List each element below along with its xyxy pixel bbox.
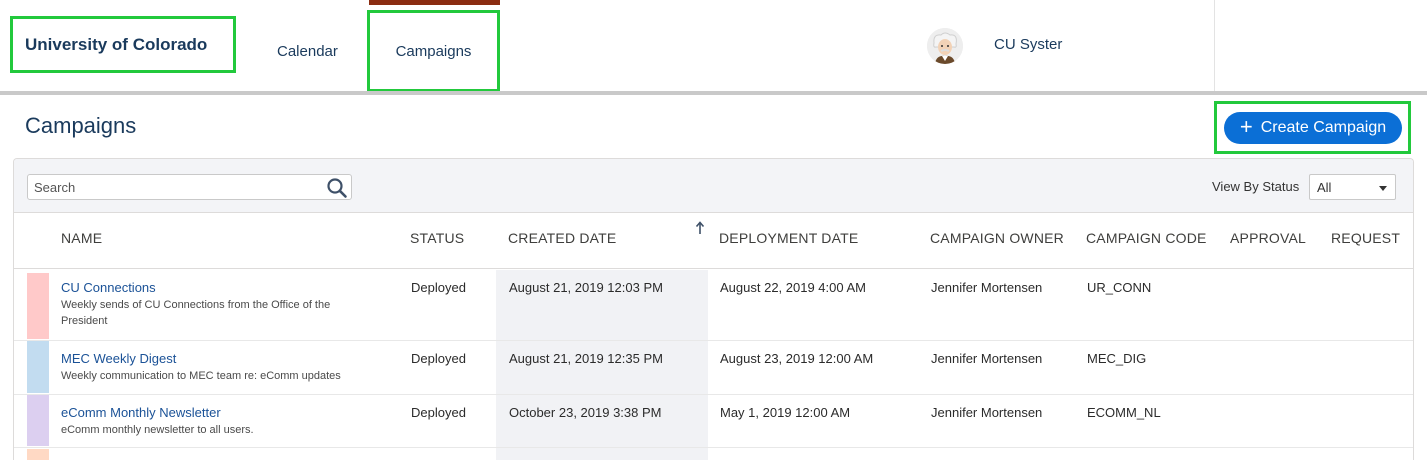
table-row[interactable] [14,448,1413,460]
campaign-description: eComm monthly newsletter to all users. [61,424,254,436]
campaign-created-date: October 23, 2019 3:38 PM [509,405,662,420]
chevron-down-icon [1379,186,1387,191]
campaign-status: Deployed [411,405,466,420]
tab-campaigns[interactable]: Campaigns [367,10,500,92]
user-avatar-icon [927,28,963,64]
user-name[interactable]: CU Syster [994,36,1062,53]
active-tab-indicator [369,0,500,5]
campaign-color-swatch [27,449,49,460]
campaigns-card: View By Status All NAME STATUS CREATED D… [13,158,1414,460]
campaign-deployment-date: August 23, 2019 12:00 AM [720,351,874,366]
campaign-name-link[interactable]: CU Connections [61,280,156,295]
nav-border [0,91,1427,95]
column-header-deployment-date[interactable]: DEPLOYMENT DATE [719,230,858,246]
create-campaign-label: Create Campaign [1260,119,1387,136]
page-title: Campaigns [25,113,137,138]
column-header-status[interactable]: STATUS [410,230,464,246]
create-campaign-highlight: + Create Campaign [1214,101,1411,154]
campaign-name-link[interactable]: MEC Weekly Digest [61,351,176,366]
table-toolbar: View By Status All [14,159,1413,213]
campaign-status: Deployed [411,280,466,295]
nav-divider [1214,0,1215,92]
search-input[interactable] [34,177,314,197]
column-header-campaign-owner[interactable]: CAMPAIGN OWNER [930,230,1064,246]
campaign-created-date: August 21, 2019 12:35 PM [509,351,663,366]
top-navigation: University of Colorado Calendar Campaign… [0,0,1427,92]
table-row[interactable]: MEC Weekly Digest Weekly communication t… [14,341,1413,395]
create-campaign-button[interactable]: + Create Campaign [1224,112,1402,144]
campaign-description: Weekly communication to MEC team re: eCo… [61,370,341,382]
view-by-status-label: View By Status [1212,179,1300,194]
campaign-color-swatch [27,395,49,446]
campaign-owner: Jennifer Mortensen [931,280,1043,295]
user-avatar[interactable] [927,28,963,64]
sort-ascending-icon[interactable] [695,221,705,235]
campaign-description: Weekly sends of CU Connections from the … [61,299,331,327]
column-header-campaign-code[interactable]: CAMPAIGN CODE [1086,230,1207,246]
search-icon[interactable] [326,177,348,199]
search-box [27,174,352,200]
column-header-request[interactable]: REQUEST [1331,230,1400,246]
table-row[interactable]: eComm Monthly Newsletter eComm monthly n… [14,395,1413,448]
app-brand[interactable]: University of Colorado [10,16,236,73]
column-header-created-date[interactable]: CREATED DATE [508,230,616,246]
table-header: NAME STATUS CREATED DATE DEPLOYMENT DATE… [14,214,1413,269]
status-select[interactable]: All [1309,174,1396,200]
campaign-color-swatch [27,273,49,339]
plus-icon: + [1239,114,1253,139]
campaign-created-date: August 21, 2019 12:03 PM [509,280,663,295]
campaign-deployment-date: August 22, 2019 4:00 AM [720,280,866,295]
campaign-owner: Jennifer Mortensen [931,351,1043,366]
column-header-name[interactable]: NAME [61,230,102,246]
tab-calendar[interactable]: Calendar [277,10,338,92]
campaign-color-swatch [27,341,49,393]
campaign-status: Deployed [411,351,466,366]
campaign-code: UR_CONN [1087,280,1152,295]
campaign-code: ECOMM_NL [1087,405,1161,420]
campaign-name-link[interactable]: eComm Monthly Newsletter [61,405,221,420]
table-row[interactable]: CU Connections Weekly sends of CU Connec… [14,270,1413,341]
campaign-deployment-date: May 1, 2019 12:00 AM [720,405,851,420]
column-header-approval[interactable]: APPROVAL [1230,230,1306,246]
campaign-owner: Jennifer Mortensen [931,405,1043,420]
campaign-code: MEC_DIG [1087,351,1147,366]
status-select-value: All [1317,180,1332,195]
